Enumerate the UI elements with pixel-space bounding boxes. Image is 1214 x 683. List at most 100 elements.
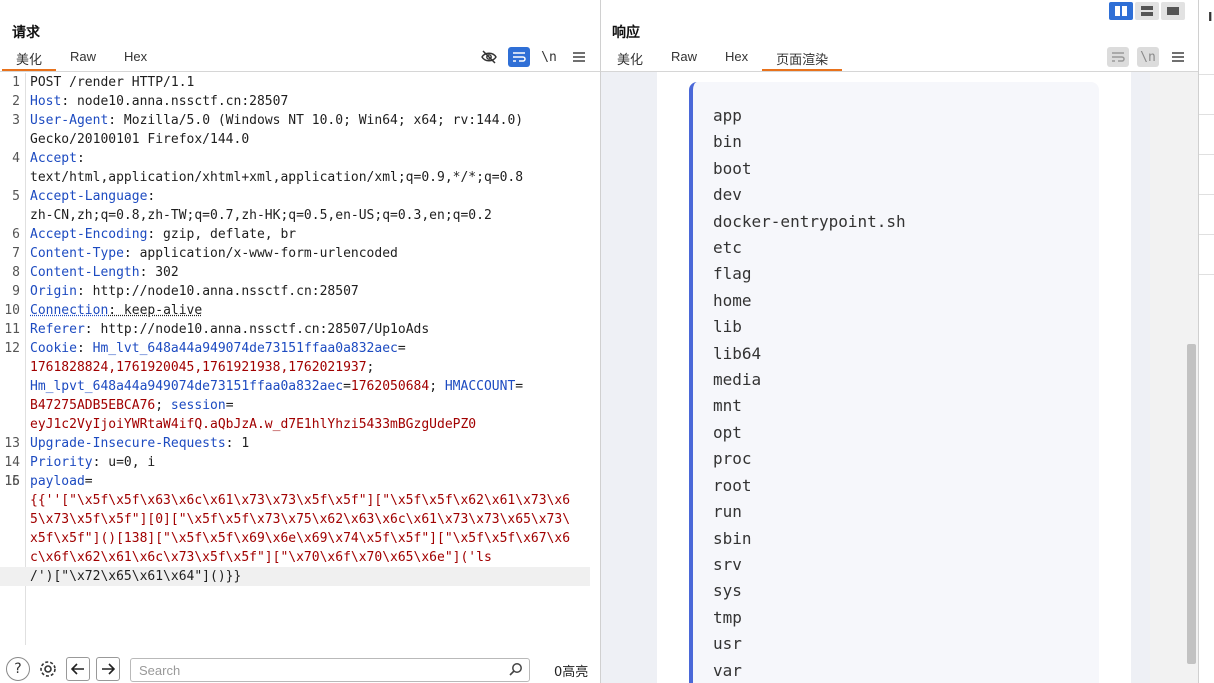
- request-line: eyJ1c2VyIjoiYWRtaW4ifQ.aQbJzA.w_d7E1hlYh…: [0, 415, 600, 434]
- render-scrollbar[interactable]: [1187, 344, 1196, 664]
- file-entry: run: [713, 499, 906, 525]
- file-entry: lib: [713, 314, 906, 340]
- request-line: 14 Priority: u=0, i: [0, 453, 600, 472]
- line-number: 7: [0, 244, 20, 263]
- line-code: Accept-Language:: [0, 187, 600, 206]
- help-icon[interactable]: ?: [6, 657, 30, 681]
- menu-icon[interactable]: [1167, 47, 1189, 67]
- single-view-icon[interactable]: [1161, 2, 1185, 20]
- request-line: 3 User-Agent: Mozilla/5.0 (Windows NT 10.…: [0, 111, 600, 130]
- file-entry: boot: [713, 156, 906, 182]
- request-line: 1761828824,1761920045,1761921938,1762021…: [0, 358, 600, 377]
- line-text: : node10.anna.nssctf.cn:28507: [61, 94, 288, 109]
- line-text: ;: [367, 360, 375, 375]
- request-line: 4 Accept:: [0, 149, 600, 168]
- request-line: 13 Upgrade-Insecure-Requests: 1: [0, 434, 600, 453]
- line-number: 16: [0, 472, 20, 491]
- line-code: Content-Type: application/x-www-form-url…: [0, 244, 600, 263]
- newline-icon[interactable]: \n: [1137, 47, 1159, 67]
- response-tab-render[interactable]: 页面渲染: [762, 47, 842, 71]
- side-panel-glyph[interactable]: I: [1208, 10, 1214, 24]
- split-view-icon[interactable]: [1109, 2, 1133, 20]
- rendered-page[interactable]: app bin boot dev docker-entrypoint.sh etc flag…: [601, 72, 1198, 683]
- request-line: B47275ADB5EBCA76; session=: [0, 396, 600, 415]
- param-value: eyJ1c2VyIjoiYWRtaW4ifQ.aQbJzA.w_d7E1hlYh…: [30, 417, 476, 432]
- file-entry: dev: [713, 182, 906, 208]
- line-text: =: [398, 341, 406, 356]
- response-tab-raw[interactable]: Raw: [657, 47, 711, 71]
- side-divider: [1199, 114, 1214, 115]
- request-line: 6 Accept-Encoding: gzip, deflate, br: [0, 225, 600, 244]
- stacked-view-icon[interactable]: [1135, 2, 1159, 20]
- header-name: Content-Length: [30, 265, 140, 280]
- request-tabbar: 美化 Raw Hex: [2, 47, 161, 71]
- request-editor[interactable]: 1 POST /render HTTP/1.1 2 Host: node10.anna…: [0, 73, 600, 645]
- back-arrow-icon[interactable]: [66, 657, 90, 681]
- response-tab-pretty[interactable]: 美化: [603, 47, 657, 71]
- line-number: 10: [0, 301, 20, 320]
- line-code: zh-CN,zh;q=0.8,zh-TW;q=0.7,zh-HK;q=0.5,e…: [0, 206, 600, 225]
- line-text: : Mozilla/5.0 (Windows NT 10.0; Win64; x…: [108, 113, 523, 128]
- wrap-icon[interactable]: [508, 47, 530, 67]
- response-tab-hex[interactable]: Hex: [711, 47, 762, 71]
- header-name: Origin: [30, 284, 77, 299]
- line-code: Hm_lpvt_648a44a949074de73151ffaa0a832aec…: [0, 377, 600, 396]
- request-line: 8 Content-Length: 302: [0, 263, 600, 282]
- line-code: 5\x73\x5f\x5f"][0]["\x5f\x5f\x73\x75\x62…: [0, 510, 600, 529]
- line-code: Priority: u=0, i: [0, 453, 600, 472]
- line-text: =: [226, 398, 234, 413]
- line-code: Gecko/20100101 Firefox/144.0: [0, 130, 600, 149]
- request-pane: 请求 美化 Raw Hex \n 1 POST /render HTTP/1.1 2…: [0, 0, 601, 683]
- search-icon[interactable]: [509, 662, 523, 680]
- request-line: zh-CN,zh;q=0.8,zh-TW;q=0.7,zh-HK;q=0.5,e…: [0, 206, 600, 225]
- header-name: Content-Type: [30, 246, 124, 261]
- file-entry: proc: [713, 446, 906, 472]
- file-entry: root: [713, 473, 906, 499]
- request-line: 16 payload=: [0, 472, 600, 491]
- newline-icon[interactable]: \n: [538, 47, 560, 67]
- file-entry: tmp: [713, 605, 906, 631]
- line-code: POST /render HTTP/1.1: [0, 73, 600, 92]
- line-number: 9: [0, 282, 20, 301]
- line-text: text/html,application/xhtml+xml,applicat…: [30, 170, 523, 185]
- file-entry: var: [713, 658, 906, 683]
- header-name: Hm_lpvt_648a44a949074de73151ffaa0a832aec: [30, 379, 343, 394]
- line-text: =: [343, 379, 351, 394]
- line-code: c\x6f\x62\x61\x6c\x73\x5f\x5f"]["\x70\x6…: [0, 548, 600, 567]
- request-tab-pretty[interactable]: 美化: [2, 47, 56, 71]
- menu-icon[interactable]: [568, 47, 590, 67]
- header-name: Referer: [30, 322, 85, 337]
- request-line: 10 Connection: keep-alive: [0, 301, 600, 320]
- forward-arrow-icon[interactable]: [96, 657, 120, 681]
- header-name: Upgrade-Insecure-Requests: [30, 436, 226, 451]
- file-entry: usr: [713, 631, 906, 657]
- line-code: Referer: http://node10.anna.nssctf.cn:28…: [0, 320, 600, 339]
- file-entry: sys: [713, 578, 906, 604]
- line-text: =: [515, 379, 523, 394]
- search-input[interactable]: [131, 659, 501, 681]
- settings-gear-icon[interactable]: [36, 657, 60, 681]
- response-title: 响应: [612, 22, 640, 42]
- header-name: Accept-Encoding: [30, 227, 147, 242]
- line-text: : application/x-www-form-urlencoded: [124, 246, 398, 261]
- layout-toggle: [1109, 2, 1185, 20]
- line-code: {{''["\x5f\x5f\x63\x6c\x61\x73\x73\x5f\x…: [0, 491, 600, 510]
- header-name: Cookie: [30, 341, 77, 356]
- side-divider: [1199, 274, 1214, 275]
- request-line: 7 Content-Type: application/x-www-form-ur…: [0, 244, 600, 263]
- line-code: eyJ1c2VyIjoiYWRtaW4ifQ.aQbJzA.w_d7E1hlYh…: [0, 415, 600, 434]
- request-tab-hex[interactable]: Hex: [110, 47, 161, 71]
- response-tabbar: 美化 Raw Hex 页面渲染: [603, 47, 842, 71]
- file-entry: mnt: [713, 393, 906, 419]
- file-entry: srv: [713, 552, 906, 578]
- request-tab-raw[interactable]: Raw: [56, 47, 110, 71]
- param-value: 1762050684: [351, 379, 429, 394]
- eye-off-icon[interactable]: [478, 47, 500, 67]
- side-divider: [1199, 234, 1214, 235]
- file-entry: docker-entrypoint.sh: [713, 209, 906, 235]
- header-name: Connection: [30, 303, 108, 318]
- line-number: 13: [0, 434, 20, 453]
- line-code: Connection: keep-alive: [0, 301, 600, 320]
- wrap-icon[interactable]: [1107, 47, 1129, 67]
- side-divider: [1199, 194, 1214, 195]
